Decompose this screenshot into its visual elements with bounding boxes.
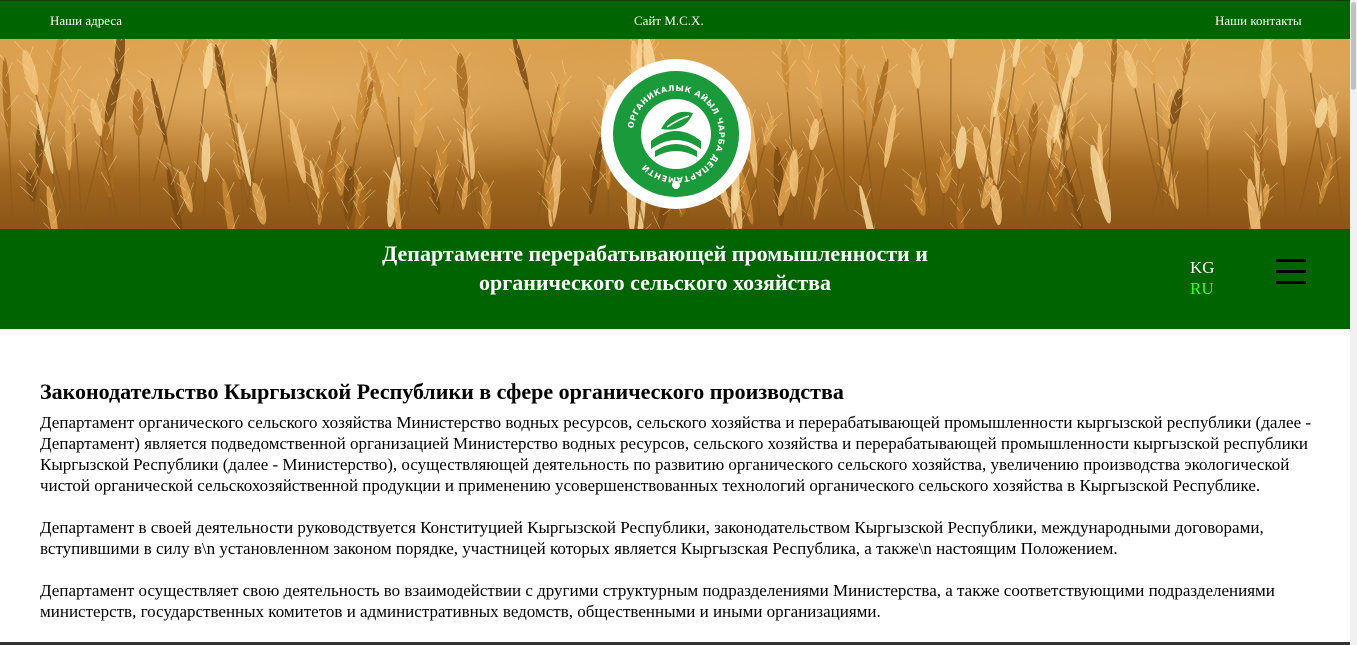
language-kg-option[interactable]: KG: [1190, 258, 1215, 278]
language-ru-option[interactable]: RU: [1190, 279, 1214, 299]
ministry-site-link[interactable]: Сайт М.С.Х.: [634, 13, 704, 29]
page-heading: Законодательство Кыргызской Республики в…: [40, 379, 844, 404]
main-content: Законодательство Кыргызской Республики в…: [40, 378, 1315, 643]
paragraph-3: Департамент осуществляет свою деятельнос…: [40, 581, 1275, 621]
department-title: Департаменте перерабатывающей промышленн…: [382, 241, 928, 295]
scrollbar-thumb[interactable]: [1351, 2, 1356, 90]
page: Наши адреса Сайт М.С.Х. Наши контакты ОР…: [0, 0, 1357, 645]
organic-agriculture-logo-icon: ОРГАНИКАЛЫК АЙЫЛ ЧАРБА ДЕПАРТАМЕНТИ: [613, 71, 739, 197]
hamburger-menu-icon[interactable]: [1276, 259, 1306, 285]
paragraph-2: Департамент в своей деятельности руковод…: [40, 518, 1264, 558]
vertical-scrollbar[interactable]: [1350, 0, 1357, 645]
top-navigation-bar: Наши адреса Сайт М.С.Х. Наши контакты: [0, 0, 1350, 39]
contacts-link[interactable]: Наши контакты: [1215, 13, 1302, 29]
department-logo[interactable]: ОРГАНИКАЛЫК АЙЫЛ ЧАРБА ДЕПАРТАМЕНТИ: [601, 59, 751, 209]
paragraph-1: Департамент органического сельского хозя…: [40, 413, 1312, 495]
addresses-link[interactable]: Наши адреса: [50, 13, 122, 29]
title-band: Департаменте перерабатывающей промышленн…: [0, 229, 1350, 329]
